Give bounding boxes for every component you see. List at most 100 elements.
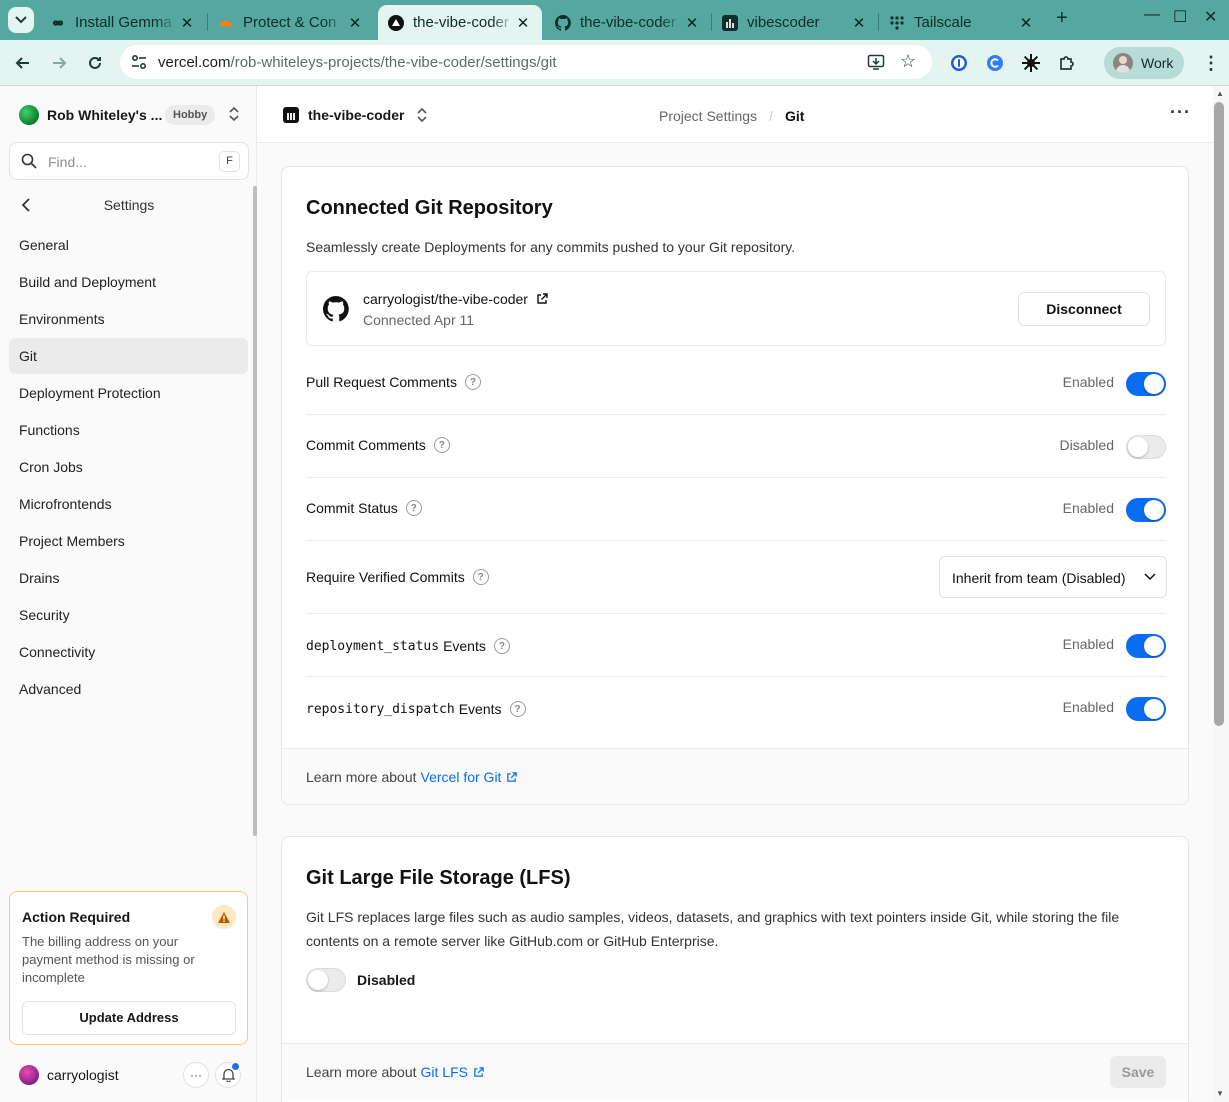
install-app-icon[interactable]	[867, 53, 885, 74]
sidebar-item-connectivity[interactable]: Connectivity	[9, 634, 248, 670]
browser-tab-install-gemma[interactable]: Install Gemma ✕	[40, 5, 206, 40]
git-lfs-toggle[interactable]	[306, 968, 346, 992]
browser-tab-protect[interactable]: Protect & Con ✕	[208, 5, 374, 40]
more-options-button[interactable]: ···	[183, 1062, 209, 1088]
browser-menu-icon[interactable]: ⋮	[1199, 51, 1223, 75]
scroll-down-arrow[interactable]: ▼	[1216, 1089, 1224, 1098]
avatar	[1113, 53, 1133, 73]
sidebar-item-microfrontends[interactable]: Microfrontends	[9, 486, 248, 522]
star-icon[interactable]: ☆	[900, 51, 916, 72]
learn-more-prefix: Learn more about	[306, 1064, 417, 1080]
user-menu[interactable]: carryologist	[19, 1065, 119, 1085]
learn-more-text: Learn more about Git LFS	[306, 1064, 484, 1080]
sidebar-item-general[interactable]: General	[9, 227, 248, 263]
setting-label-wrap: Commit Comments?	[306, 437, 450, 453]
close-icon[interactable]: ✕	[514, 14, 532, 32]
setting-status: Enabled	[1062, 699, 1114, 715]
browser-tab-github[interactable]: the-vibe-coder ✕	[545, 5, 711, 40]
find-shortcut-key: F	[219, 151, 240, 172]
reload-button[interactable]	[83, 51, 107, 75]
help-icon[interactable]: ?	[464, 374, 481, 390]
setting-row-require-verified-commits: Require Verified Commits? Inherit from t…	[306, 541, 1167, 614]
github-icon	[555, 14, 571, 31]
warning-icon	[212, 905, 236, 929]
close-icon[interactable]: ✕	[1017, 14, 1035, 32]
minimize-button[interactable]: —	[1144, 6, 1160, 24]
sidebar-item-deployment-protection[interactable]: Deployment Protection	[9, 375, 248, 411]
browser-tab-vibescoder[interactable]: vibescoder ✕	[712, 5, 878, 40]
breadcrumb-project-settings[interactable]: Project Settings	[659, 108, 757, 124]
sidebar-item-functions[interactable]: Functions	[9, 412, 248, 448]
close-icon[interactable]: ✕	[178, 14, 196, 32]
help-icon[interactable]: ?	[433, 437, 450, 453]
sidebar-item-security[interactable]: Security	[9, 597, 248, 633]
setting-label: Events	[443, 638, 486, 654]
forward-button[interactable]	[47, 51, 71, 75]
new-tab-button[interactable]: +	[1056, 7, 1068, 30]
page-scrollbar[interactable]: ▲ ▼	[1213, 86, 1229, 1102]
help-icon[interactable]: ?	[493, 638, 510, 654]
scrollbar-thumb[interactable]	[1214, 102, 1224, 726]
browser-tab-tailscale[interactable]: Tailscale ✕	[879, 5, 1045, 40]
maximize-button[interactable]: ☐	[1173, 7, 1187, 27]
find-input[interactable]: Find... F	[9, 142, 249, 180]
commit-status-toggle[interactable]	[1126, 498, 1166, 522]
project-switcher[interactable]: the-vibe-coder	[283, 107, 428, 123]
browser-tab-vibe-coder-active[interactable]: the-vibe-coder ✕	[378, 5, 542, 40]
disconnect-button[interactable]: Disconnect	[1018, 292, 1150, 326]
sidebar-item-git[interactable]: Git	[9, 338, 248, 374]
ellipsis-icon: ···	[190, 1068, 202, 1082]
setting-row-repository-dispatch-events: repository_dispatch Events? Enabled	[306, 677, 1166, 740]
pull-request-comments-toggle[interactable]	[1126, 372, 1166, 396]
setting-status: Enabled	[1062, 636, 1114, 652]
scroll-up-arrow[interactable]: ▲	[1216, 89, 1224, 98]
setting-label-wrap: Commit Status?	[306, 500, 422, 516]
close-icon[interactable]: ✕	[683, 14, 701, 32]
browser-toolbar: vercel.com/rob-whiteleys-projects/the-vi…	[0, 40, 1229, 86]
user-avatar	[19, 1065, 39, 1085]
commit-comments-toggle[interactable]	[1126, 435, 1166, 459]
vercel-for-git-link[interactable]: Vercel for Git	[421, 769, 518, 785]
sidebar-item-drains[interactable]: Drains	[9, 560, 248, 596]
window-close-button[interactable]: ✕	[1204, 7, 1217, 27]
sidebar-item-project-members[interactable]: Project Members	[9, 523, 248, 559]
repo-link[interactable]: carryologist/the-vibe-coder	[363, 291, 548, 307]
verified-commits-select[interactable]: Inherit from team (Disabled)	[939, 556, 1167, 598]
help-icon[interactable]: ?	[509, 701, 526, 717]
browser-tab-strip: Install Gemma ✕ Protect & Con ✕ the-vibe…	[0, 0, 1229, 40]
repository-dispatch-events-toggle[interactable]	[1126, 697, 1166, 721]
address-bar[interactable]: vercel.com/rob-whiteleys-projects/the-vi…	[120, 45, 932, 79]
url-text: vercel.com/rob-whiteleys-projects/the-vi…	[158, 54, 557, 71]
back-button[interactable]	[11, 51, 35, 75]
more-menu-icon[interactable]: ···	[1170, 102, 1191, 123]
connected-repo: carryologist/the-vibe-coder Connected Ap…	[306, 271, 1166, 346]
settings-content: Connected Git Repository Seamlessly crea…	[257, 143, 1213, 1102]
save-button[interactable]: Save	[1110, 1056, 1166, 1088]
breadcrumb: Project Settings / Git	[659, 108, 804, 124]
deployment-status-events-toggle[interactable]	[1126, 634, 1166, 658]
profile-button[interactable]: Work	[1104, 47, 1184, 79]
extensions-button[interactable]	[1055, 51, 1079, 75]
puzzle-icon	[1060, 56, 1074, 70]
sidebar-item-build-and-deployment[interactable]: Build and Deployment	[9, 264, 248, 300]
sidebar-item-advanced[interactable]: Advanced	[9, 671, 248, 707]
url-path: /rob-whiteleys-projects/the-vibe-coder/s…	[230, 54, 557, 71]
close-icon[interactable]: ✕	[346, 14, 364, 32]
password-manager-extension[interactable]	[947, 51, 971, 75]
update-address-button[interactable]: Update Address	[22, 1001, 236, 1035]
repo-name: carryologist/the-vibe-coder	[363, 291, 528, 307]
git-lfs-link[interactable]: Git LFS	[421, 1064, 484, 1080]
site-settings-icon[interactable]	[130, 53, 148, 74]
toggle-knob	[1144, 636, 1164, 656]
openai-extension[interactable]	[1019, 51, 1043, 75]
help-icon[interactable]: ?	[472, 569, 489, 585]
copilot-extension[interactable]	[983, 51, 1007, 75]
tab-search-button[interactable]	[8, 7, 34, 33]
sidebar-item-environments[interactable]: Environments	[9, 301, 248, 337]
help-icon[interactable]: ?	[405, 500, 422, 516]
chevron-updown-icon[interactable]	[227, 106, 241, 124]
close-icon[interactable]: ✕	[850, 14, 868, 32]
external-link-icon	[537, 293, 548, 304]
team-switcher[interactable]: Rob Whiteley's ...	[19, 105, 162, 125]
sidebar-item-cron-jobs[interactable]: Cron Jobs	[9, 449, 248, 485]
